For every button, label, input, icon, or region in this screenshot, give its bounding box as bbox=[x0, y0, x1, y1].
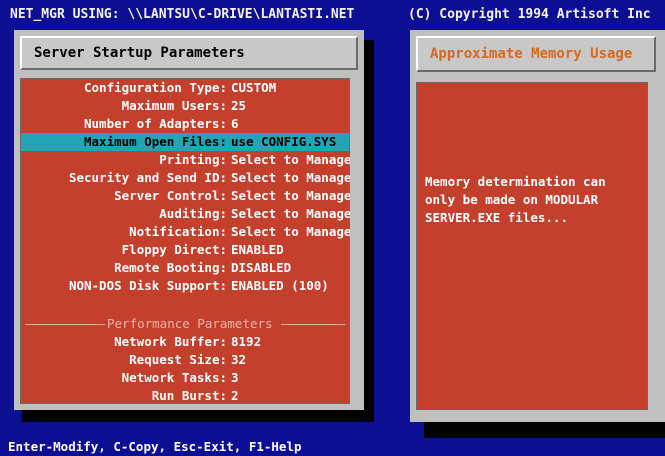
parameter-label-wrap: NON-DOS Disk Support: bbox=[21, 277, 227, 295]
parameter-label: Floppy Direct: bbox=[121, 242, 227, 257]
parameter-row[interactable]: Server Control: Select to Manage bbox=[21, 187, 352, 205]
memory-line-2: only be made on MODULAR bbox=[425, 192, 599, 207]
parameter-row[interactable]: Printing: Select to Manage bbox=[21, 151, 352, 169]
performance-value: 2 bbox=[231, 388, 239, 403]
memory-line-3: SERVER.EXE files... bbox=[425, 210, 568, 225]
parameter-value: CUSTOM bbox=[231, 80, 277, 95]
parameter-value: Select to Manage bbox=[231, 152, 352, 167]
parameter-label-wrap: Floppy Direct: bbox=[21, 241, 227, 259]
separator-line-right bbox=[281, 324, 345, 325]
parameter-row[interactable]: Security and Send ID: Select to Manage bbox=[21, 169, 352, 187]
title-bar: NET_MGR USING: \\LANTSU\C-DRIVE\LANTASTI… bbox=[0, 0, 665, 30]
parameter-label: Number of Adapters: bbox=[84, 116, 227, 131]
performance-label-wrap: Request Size: bbox=[21, 351, 227, 369]
status-bar: Enter-Modify, C-Copy, Esc-Exit, F1-Help bbox=[8, 439, 302, 454]
parameter-label: Configuration Type: bbox=[84, 80, 227, 95]
parameter-label: Notification: bbox=[129, 224, 227, 239]
parameter-label: NON-DOS Disk Support: bbox=[68, 278, 227, 293]
copyright: (C) Copyright 1994 Artisoft Inc bbox=[408, 7, 651, 22]
parameter-value: Select to Manage bbox=[231, 224, 352, 239]
server-window-title: Server Startup Parameters bbox=[20, 36, 358, 70]
parameter-value: Select to Manage bbox=[231, 188, 352, 203]
memory-usage-panel: Memory determination can only be made on… bbox=[416, 82, 648, 410]
performance-row[interactable]: Request Size: 32 bbox=[21, 351, 349, 369]
memory-window-title: Approximate Memory Usage bbox=[416, 36, 656, 72]
parameter-label-wrap: Notification: bbox=[21, 223, 227, 241]
performance-row[interactable]: Network Buffer: 8192 bbox=[21, 333, 349, 351]
server-parameters-list: Configuration Type: CUSTOM Maximum Users: 2… bbox=[20, 78, 352, 405]
separator-line-left bbox=[25, 324, 105, 325]
performance-label-wrap: Run Burst: bbox=[21, 387, 227, 405]
parameter-label-wrap: Configuration Type: bbox=[21, 79, 227, 97]
performance-value: 3 bbox=[231, 370, 239, 385]
parameter-label-wrap: Printing: bbox=[21, 151, 227, 169]
parameter-label: Server Control: bbox=[114, 188, 227, 203]
parameter-label-wrap: Auditing: bbox=[21, 205, 227, 223]
performance-value: 32 bbox=[231, 352, 247, 367]
performance-label: Network Tasks: bbox=[121, 370, 227, 385]
parameter-label-wrap: Number of Adapters: bbox=[21, 115, 227, 133]
parameter-label: Maximum Open Files: bbox=[84, 134, 227, 149]
parameter-label: Auditing: bbox=[159, 206, 227, 221]
performance-header: Performance Parameters bbox=[107, 316, 273, 331]
parameter-value: DISABLED bbox=[231, 260, 292, 275]
parameter-row[interactable]: NON-DOS Disk Support: ENABLED (100) bbox=[21, 277, 349, 295]
parameter-value: 25 bbox=[231, 98, 247, 113]
parameter-label-wrap: Maximum Users: bbox=[21, 97, 227, 115]
parameter-value: ENABLED (100) bbox=[231, 278, 329, 293]
parameter-value: ENABLED bbox=[231, 242, 284, 257]
parameter-row[interactable]: Notification: Select to Manage bbox=[21, 223, 352, 241]
performance-label: Network Buffer: bbox=[114, 334, 227, 349]
parameter-row[interactable]: Configuration Type: CUSTOM bbox=[21, 79, 349, 97]
network-path: NET_MGR USING: \\LANTSU\C-DRIVE\LANTASTI… bbox=[10, 7, 355, 22]
memory-window-shadow-bottom bbox=[424, 420, 665, 438]
parameter-value: Select to Manage bbox=[231, 170, 352, 185]
parameter-row[interactable]: Maximum Users: 25 bbox=[21, 97, 349, 115]
memory-usage-window: Approximate Memory Usage Memory determin… bbox=[410, 30, 665, 422]
parameter-label: Security and Send ID: bbox=[68, 170, 227, 185]
parameter-label-wrap: Maximum Open Files: bbox=[21, 133, 227, 151]
performance-separator: Performance Parameters bbox=[21, 315, 351, 333]
parameter-label-wrap: Remote Booting: bbox=[21, 259, 227, 277]
performance-row[interactable]: Run Burst: 2 bbox=[21, 387, 349, 405]
parameter-value: 6 bbox=[231, 116, 239, 131]
parameter-label: Printing: bbox=[159, 152, 227, 167]
parameter-row[interactable]: Number of Adapters: 6 bbox=[21, 115, 349, 133]
parameter-row[interactable]: Floppy Direct: ENABLED bbox=[21, 241, 349, 259]
performance-label: Request Size: bbox=[129, 352, 227, 367]
parameter-label-wrap: Server Control: bbox=[21, 187, 227, 205]
parameter-row[interactable]: Maximum Open Files: use CONFIG.SYS bbox=[21, 133, 349, 151]
performance-row[interactable]: Network Tasks: 3 bbox=[21, 369, 349, 387]
performance-label-wrap: Network Tasks: bbox=[21, 369, 227, 387]
parameter-value: use CONFIG.SYS bbox=[231, 134, 337, 149]
parameter-row[interactable]: Remote Booting: DISABLED bbox=[21, 259, 349, 277]
parameter-label-wrap: Security and Send ID: bbox=[21, 169, 227, 187]
parameter-row[interactable]: Auditing: Select to Manage bbox=[21, 205, 352, 223]
parameter-value: Select to Manage bbox=[231, 206, 352, 221]
server-startup-window: Server Startup Parameters Configuration … bbox=[14, 30, 364, 410]
scrollbar[interactable] bbox=[350, 78, 358, 404]
parameter-label: Remote Booting: bbox=[114, 260, 227, 275]
performance-label-wrap: Network Buffer: bbox=[21, 333, 227, 351]
parameter-label: Maximum Users: bbox=[121, 98, 227, 113]
memory-line-1: Memory determination can bbox=[425, 174, 606, 189]
performance-value: 8192 bbox=[231, 334, 262, 349]
performance-label: Run Burst: bbox=[151, 388, 227, 403]
